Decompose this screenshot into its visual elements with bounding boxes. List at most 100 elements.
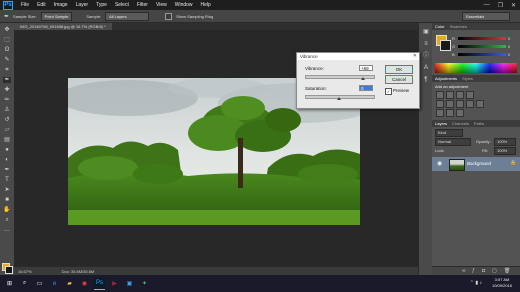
vibrance-input[interactable]: +69 <box>359 65 373 71</box>
history-brush-tool-icon[interactable]: ↺ <box>3 117 11 123</box>
posterize-icon[interactable] <box>446 109 454 117</box>
blur-tool-icon[interactable]: ● <box>3 147 11 153</box>
tab-color[interactable]: Color <box>435 24 445 29</box>
menu-help[interactable]: Help <box>197 2 215 8</box>
saturation-slider-thumb[interactable] <box>337 97 341 100</box>
hand-tool-icon[interactable]: ✋ <box>3 207 11 213</box>
maximize-icon[interactable]: ❐ <box>494 2 507 9</box>
menu-window[interactable]: Window <box>171 2 197 8</box>
brush-tool-icon[interactable]: ✏ <box>3 97 11 103</box>
gradient-tool-icon[interactable]: ▤ <box>3 137 11 143</box>
show-ring-checkbox[interactable] <box>165 12 173 20</box>
healing-tool-icon[interactable]: ✚ <box>3 87 11 93</box>
menu-filter[interactable]: Filter <box>133 2 152 8</box>
character-panel-icon[interactable]: A <box>422 65 430 71</box>
menu-layer[interactable]: Layer <box>72 2 93 8</box>
pen-tool-icon[interactable]: ✒ <box>3 167 11 173</box>
opacity-field[interactable]: 100% <box>494 138 516 146</box>
color-balance-icon[interactable] <box>456 100 464 108</box>
menu-type[interactable]: Type <box>92 2 111 8</box>
tab-adjustments[interactable]: Adjustments <box>435 76 457 81</box>
crop-tool-icon[interactable]: ⌗ <box>3 67 11 73</box>
tab-channels[interactable]: Channels <box>452 121 469 126</box>
invert-icon[interactable] <box>436 109 444 117</box>
windows-start-icon[interactable]: ⊞ <box>4 278 15 289</box>
vibrance-icon[interactable] <box>436 100 444 108</box>
red-track[interactable] <box>458 37 506 40</box>
blue-slider[interactable]: B 0 <box>452 52 514 57</box>
blue-value[interactable]: 0 <box>508 52 514 57</box>
menu-file[interactable]: File <box>17 2 33 8</box>
system-tray-icons[interactable]: ⌃ ▮ ♪ <box>470 280 482 286</box>
green-slider[interactable]: G 0 <box>452 44 514 49</box>
preview-checkbox[interactable]: ✓ <box>385 88 392 95</box>
menu-view[interactable]: View <box>152 2 171 8</box>
visibility-eye-icon[interactable]: ◉ <box>437 160 442 167</box>
levels-icon[interactable] <box>446 91 454 99</box>
hue-saturation-icon[interactable] <box>446 100 454 108</box>
photoshop-taskbar-icon[interactable]: Ps <box>94 277 105 290</box>
background-color-swatch[interactable] <box>5 266 13 274</box>
menu-select[interactable]: Select <box>111 2 133 8</box>
tab-swatches[interactable]: Swatches <box>450 24 467 29</box>
black-white-icon[interactable] <box>466 100 474 108</box>
fx-icon[interactable]: ƒ <box>472 268 475 274</box>
task-view-icon[interactable]: ▭ <box>34 278 45 289</box>
menu-image[interactable]: Image <box>50 2 72 8</box>
photos-icon[interactable]: ▣ <box>124 278 135 289</box>
tab-layers[interactable]: Layers <box>435 121 447 126</box>
eyedropper-icon[interactable]: ✒ <box>4 13 9 20</box>
ok-button[interactable]: OK <box>385 65 413 74</box>
exposure-icon[interactable] <box>466 91 474 99</box>
path-select-tool-icon[interactable]: ➤ <box>3 187 11 193</box>
red-value[interactable]: 0 <box>508 36 514 41</box>
menu-edit[interactable]: Edit <box>33 2 50 8</box>
lasso-tool-icon[interactable]: ʘ <box>3 47 11 53</box>
media-app-icon[interactable]: ▶ <box>109 278 120 289</box>
tab-paths[interactable]: Paths <box>474 121 484 126</box>
marquee-tool-icon[interactable]: ⬚ <box>3 37 11 43</box>
red-slider[interactable]: R 0 <box>452 36 514 41</box>
stamp-tool-icon[interactable]: ♙ <box>3 107 11 113</box>
green-track[interactable] <box>458 45 506 48</box>
taskbar-clock[interactable]: 3:57 AM 10/09/2016 <box>492 277 512 289</box>
layer-name[interactable]: Background <box>467 161 491 166</box>
minimize-icon[interactable]: — <box>480 2 494 8</box>
fill-field[interactable]: 100% <box>494 147 516 155</box>
tab-styles[interactable]: Styles <box>462 76 473 81</box>
close-icon[interactable]: ✕ <box>507 2 520 9</box>
sample-size-select[interactable]: Point Sample <box>40 11 73 21</box>
link-layers-icon[interactable]: ∞ <box>462 268 466 274</box>
new-layer-icon[interactable]: ▢ <box>492 268 497 274</box>
file-explorer-icon[interactable]: ▰ <box>64 278 75 289</box>
sample-select[interactable]: All Layers <box>105 11 150 21</box>
layer-thumbnail[interactable] <box>449 159 465 171</box>
blue-track[interactable] <box>458 53 506 56</box>
eraser-tool-icon[interactable]: ▱ <box>3 127 11 133</box>
eyedropper-tool-icon[interactable]: ✒ <box>3 77 11 83</box>
zoom-tool-icon[interactable]: ⌕ <box>3 217 11 223</box>
threshold-icon[interactable] <box>456 109 464 117</box>
color-panel-background[interactable] <box>440 40 451 51</box>
history-panel-icon[interactable]: ▣ <box>422 29 430 35</box>
curves-icon[interactable] <box>456 91 464 99</box>
search-icon[interactable]: ⌕ <box>19 278 30 289</box>
shape-tool-icon[interactable]: ■ <box>3 197 11 203</box>
excel-icon[interactable]: ✦ <box>139 278 150 289</box>
move-tool-icon[interactable]: ✥ <box>3 27 11 33</box>
edge-icon[interactable]: e <box>49 278 60 289</box>
quick-select-tool-icon[interactable]: ✎ <box>3 57 11 63</box>
vibrance-slider-thumb[interactable] <box>360 77 365 80</box>
dodge-tool-icon[interactable]: ◐ <box>3 157 11 163</box>
paragraph-panel-icon[interactable]: ¶ <box>422 77 430 83</box>
brightness-icon[interactable] <box>436 91 444 99</box>
zoom-level[interactable]: 16.67% <box>18 269 32 274</box>
dialog-close-icon[interactable]: ✕ <box>413 53 417 60</box>
mask-icon[interactable]: ◘ <box>482 268 485 274</box>
info-panel-icon[interactable]: ⓘ <box>422 53 430 59</box>
green-value[interactable]: 0 <box>508 44 514 49</box>
photo-filter-icon[interactable] <box>476 100 484 108</box>
layer-kind-select[interactable]: Kind <box>435 129 463 137</box>
type-tool-icon[interactable]: T <box>3 177 11 183</box>
properties-panel-icon[interactable]: ≡ <box>422 41 430 47</box>
